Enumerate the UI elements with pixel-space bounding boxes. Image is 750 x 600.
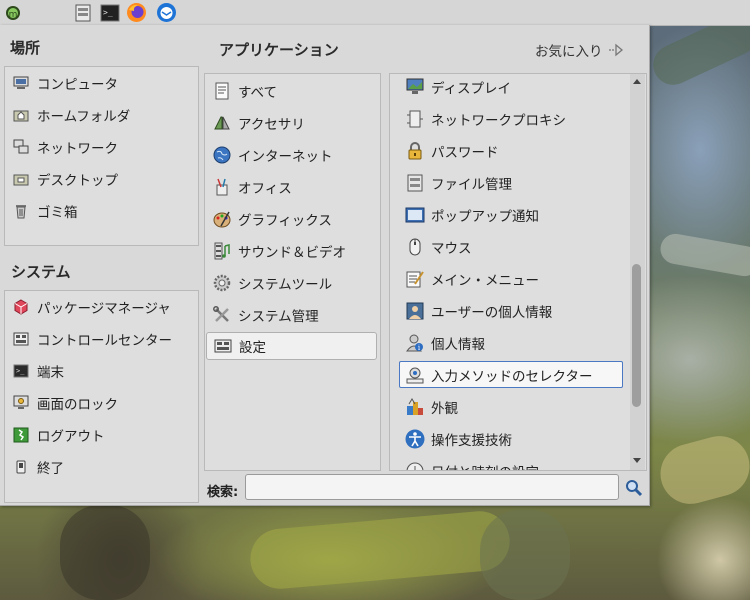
office-icon	[212, 177, 232, 197]
computer-icon	[11, 73, 31, 93]
application-list: ディスプレイ ネットワークプロキシ パスワード ファイル管理 ポップアップ通知 …	[389, 73, 647, 471]
search-icon[interactable]	[625, 479, 643, 497]
search-input[interactable]	[245, 474, 619, 500]
control-center-icon	[11, 329, 31, 349]
top-panel: m >_	[0, 0, 750, 26]
home-folder-icon	[11, 105, 31, 125]
desktop-folder-icon	[11, 169, 31, 189]
app-appearance[interactable]: 外観	[405, 392, 458, 422]
personal-info-icon: i	[405, 333, 425, 353]
app-user-info[interactable]: ユーザーの個人情報	[405, 296, 552, 326]
category-administration[interactable]: システム管理	[212, 300, 319, 330]
category-system-tools[interactable]: システムツール	[212, 268, 332, 298]
internet-globe-icon	[212, 145, 232, 165]
scrollbar-thumb[interactable]	[632, 264, 641, 407]
arrow-right-icon	[608, 43, 624, 57]
shutdown-icon	[11, 457, 31, 477]
system-tools-gear-icon	[212, 273, 232, 293]
app-file-management[interactable]: ファイル管理	[405, 168, 512, 198]
all-apps-icon	[212, 81, 232, 101]
places-heading: 場所	[10, 39, 41, 57]
graphics-palette-icon	[212, 209, 232, 229]
places-list: コンピュータ ホームフォルダ ネットワーク デスクトップ ゴミ箱	[4, 66, 199, 246]
system-item-terminal[interactable]: >_ 端末	[11, 356, 64, 386]
places-item-trash[interactable]: ゴミ箱	[11, 196, 78, 226]
system-item-lock-screen[interactable]: 画面のロック	[11, 388, 118, 418]
display-icon	[405, 77, 425, 97]
app-password[interactable]: パスワード	[405, 136, 499, 166]
network-icon	[11, 137, 31, 157]
app-input-method-selector[interactable]: 入力メソッドのセレクター	[399, 361, 623, 388]
svg-text:>_: >_	[16, 367, 25, 375]
terminal-icon[interactable]: >_	[99, 2, 120, 23]
category-list: すべて アクセサリ インターネット オフィス グラフィックス サウンド＆ビデオ …	[204, 73, 381, 471]
places-item-home[interactable]: ホームフォルダ	[11, 100, 130, 130]
search-label: 検索:	[207, 485, 239, 500]
appearance-icon	[405, 397, 425, 417]
app-list-scrollbar[interactable]	[630, 74, 645, 470]
favorites-button[interactable]: お気に入り	[535, 40, 624, 60]
category-graphics[interactable]: グラフィックス	[212, 204, 332, 234]
settings-icon	[213, 336, 233, 356]
system-item-control-center[interactable]: コントロールセンター	[11, 324, 172, 354]
file-management-icon	[405, 173, 425, 193]
app-personal-info[interactable]: i 個人情報	[405, 328, 485, 358]
svg-text:>_: >_	[103, 8, 113, 17]
category-internet[interactable]: インターネット	[212, 140, 333, 170]
app-date-time[interactable]: 日付と時刻の設定	[405, 456, 539, 470]
system-item-logout[interactable]: ログアウト	[11, 420, 105, 450]
app-accessibility[interactable]: 操作支援技術	[405, 424, 512, 454]
main-menu-editor-icon	[405, 269, 425, 289]
thunderbird-icon[interactable]	[156, 2, 177, 23]
scroll-up-arrow-icon[interactable]	[633, 79, 641, 84]
password-lock-icon	[405, 141, 425, 161]
user-info-icon	[405, 301, 425, 321]
input-method-icon	[405, 365, 425, 385]
svg-text:m: m	[8, 10, 17, 20]
trash-icon	[11, 201, 31, 221]
system-heading: システム	[11, 263, 71, 281]
terminal-icon: >_	[11, 361, 31, 381]
administration-tools-icon	[212, 305, 232, 325]
system-item-package-manager[interactable]: パッケージマネージャ	[11, 292, 171, 322]
multimedia-icon	[212, 241, 232, 261]
logout-icon	[11, 425, 31, 445]
mouse-icon	[405, 237, 425, 257]
app-mouse[interactable]: マウス	[405, 232, 472, 262]
applications-heading: アプリケーション	[219, 41, 339, 59]
firefox-icon[interactable]	[126, 2, 147, 23]
date-time-icon	[405, 461, 425, 470]
system-item-shutdown[interactable]: 終了	[11, 452, 64, 482]
app-main-menu[interactable]: メイン・メニュー	[405, 264, 539, 294]
accessories-icon	[212, 113, 232, 133]
popup-notification-icon	[405, 205, 425, 225]
app-popup-notification[interactable]: ポップアップ通知	[405, 200, 539, 230]
mint-logo-icon[interactable]: m	[2, 2, 23, 23]
lock-screen-icon	[11, 393, 31, 413]
accessibility-icon	[405, 429, 425, 449]
category-office[interactable]: オフィス	[212, 172, 292, 202]
category-settings[interactable]: 設定	[206, 332, 377, 360]
category-accessories[interactable]: アクセサリ	[212, 108, 305, 138]
app-display[interactable]: ディスプレイ	[405, 74, 511, 102]
file-manager-icon[interactable]	[72, 2, 93, 23]
application-menu: 場所 コンピュータ ホームフォルダ ネットワーク デスクトップ ゴミ箱 システム…	[0, 25, 650, 506]
places-item-desktop[interactable]: デスクトップ	[11, 164, 118, 194]
package-manager-icon	[11, 297, 31, 317]
app-network-proxy[interactable]: ネットワークプロキシ	[405, 104, 566, 134]
category-all[interactable]: すべて	[212, 76, 277, 106]
system-list: パッケージマネージャ コントロールセンター >_ 端末 画面のロック ログアウト…	[4, 290, 199, 503]
places-item-computer[interactable]: コンピュータ	[11, 68, 118, 98]
places-item-network[interactable]: ネットワーク	[11, 132, 118, 162]
scroll-down-arrow-icon[interactable]	[633, 458, 641, 463]
network-proxy-icon	[405, 109, 425, 129]
category-sound-video[interactable]: サウンド＆ビデオ	[212, 236, 346, 266]
